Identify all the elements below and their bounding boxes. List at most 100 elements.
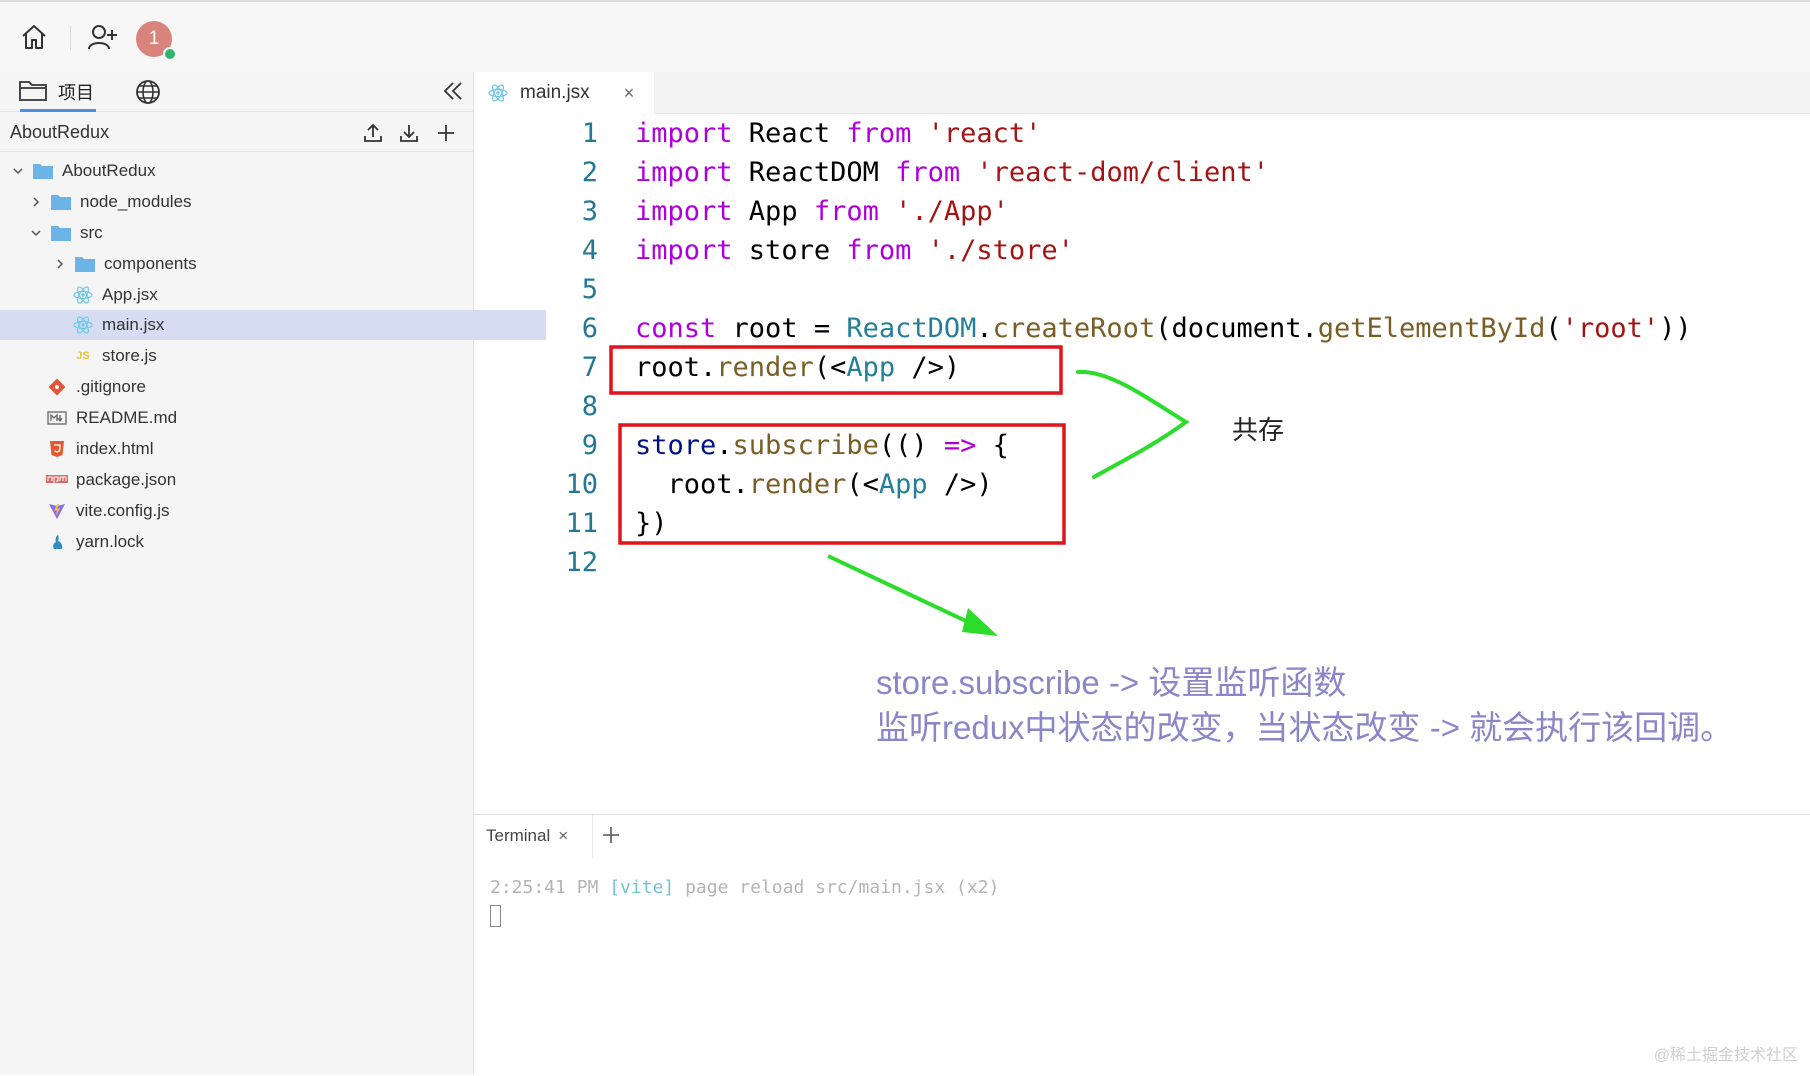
tree-item-aboutredux[interactable]: AboutRedux — [0, 156, 484, 186]
code-token: )) — [1659, 313, 1692, 344]
sidebar-tabs: 项目 — [0, 72, 474, 112]
code-line[interactable]: 3 import App from './App' — [474, 192, 1810, 231]
tab-close-button[interactable]: × — [624, 83, 635, 104]
code-token: . — [976, 313, 993, 344]
download-icon[interactable] — [396, 120, 422, 146]
terminal-cursor[interactable] — [490, 905, 501, 927]
line-number: 3 — [581, 196, 598, 227]
react-icon — [72, 315, 94, 335]
code-line[interactable]: 6 const root = ReactDOM.createRoot(docume… — [474, 309, 1810, 348]
tree-item-readme[interactable]: README.md — [0, 403, 520, 433]
tree-item-label: src — [80, 223, 103, 242]
tree-item-vite-config[interactable]: vite.config.js — [0, 496, 520, 526]
code-line[interactable]: 1 import React from 'react' — [474, 114, 1810, 153]
tree-item-label: node_modules — [80, 192, 192, 211]
globe-icon[interactable] — [134, 78, 162, 111]
tree-item-store-js[interactable]: JS store.js — [0, 341, 546, 371]
code-line[interactable]: 7 root.render(<App />) — [474, 348, 1810, 387]
tree-item-label: yarn.lock — [76, 532, 145, 551]
js-icon: JS — [76, 350, 90, 362]
add-file-icon[interactable] — [433, 120, 459, 146]
code-token: ReactDOM — [846, 313, 977, 344]
code-token: './store' — [927, 235, 1074, 266]
code-token: from — [846, 118, 912, 149]
folder-icon — [50, 223, 72, 243]
terminal-tag: [vite] — [609, 877, 675, 898]
code-token: import — [635, 196, 733, 227]
code-token: root = — [716, 313, 847, 344]
new-terminal-icon[interactable] — [600, 824, 622, 851]
tab-project-label: 项目 — [58, 83, 94, 103]
tree-item-yarn-lock[interactable]: yarn.lock — [0, 527, 520, 557]
tab-project[interactable]: 项目 — [18, 78, 94, 106]
markdown-icon — [46, 408, 68, 428]
code-token: import — [635, 157, 733, 188]
editor-tab-bar: main.jsx × — [474, 72, 1810, 114]
code-token: ReactDOM — [732, 157, 896, 188]
code-text: store.subscribe(() => { — [635, 426, 1009, 465]
code-token: './App' — [895, 196, 1009, 227]
code-line[interactable]: 10 root.render(<App />) — [474, 465, 1810, 504]
add-user-icon[interactable] — [84, 18, 122, 56]
tree-item-label: store.js — [102, 346, 157, 365]
tree-item-label: components — [104, 254, 197, 273]
tree-item-package-json[interactable]: package.json — [0, 465, 520, 495]
tab-main-jsx[interactable]: main.jsx × — [474, 72, 654, 114]
code-line[interactable]: 12 — [474, 543, 1810, 582]
code-token: from — [813, 196, 879, 227]
code-token: 'react-dom/client' — [976, 157, 1270, 188]
collapse-sidebar-icon[interactable] — [442, 79, 464, 108]
code-line[interactable]: 8 — [474, 387, 1810, 426]
chevron-down-icon — [28, 225, 44, 241]
folder-icon — [32, 161, 54, 181]
folder-icon — [18, 78, 48, 107]
code-line[interactable]: 2 import ReactDOM from 'react-dom/client' — [474, 153, 1810, 192]
project-sidebar: 项目 AboutRedux AboutRedux node_modules sr… — [0, 72, 546, 1075]
code-text: import React from 'react' — [635, 114, 1041, 153]
annotation-shared-label: 共存 — [1232, 415, 1285, 445]
terminal-tab-close-button[interactable]: × — [558, 826, 568, 846]
project-name: AboutRedux — [10, 122, 110, 142]
code-token: (< — [846, 469, 879, 500]
annotation-note-line1: store.subscribe -> 设置监听函数 — [876, 664, 1347, 701]
tree-item-gitignore[interactable]: .gitignore — [0, 372, 520, 402]
code-line[interactable]: 4 import store from './store' — [474, 231, 1810, 270]
tree-item-components[interactable]: components — [0, 249, 526, 279]
tree-item-app-jsx[interactable]: App.jsx — [0, 280, 546, 310]
tree-item-main-jsx[interactable]: main.jsx — [0, 310, 546, 340]
home-icon[interactable] — [15, 18, 53, 56]
annotation-note-line2: 监听redux中状态的改变，当状态改变 -> 就会执行该回调。 — [876, 709, 1734, 746]
code-text: root.render(<App />) — [635, 348, 960, 387]
code-line[interactable]: 9 store.subscribe(() => { — [474, 426, 1810, 465]
code-token: from — [846, 235, 912, 266]
code-token: render — [748, 469, 847, 500]
tree-item-node-modules[interactable]: node_modules — [0, 187, 502, 217]
code-line[interactable]: 11}) — [474, 504, 1810, 543]
git-icon — [46, 377, 68, 397]
code-text: root.render(<App />) — [635, 465, 993, 504]
code-token: (() — [878, 430, 944, 461]
code-text: }) — [635, 504, 668, 543]
line-number: 7 — [581, 352, 598, 383]
code-token: React — [732, 118, 847, 149]
line-number: 10 — [565, 469, 598, 500]
line-number: 9 — [581, 430, 598, 461]
code-line[interactable]: 5 — [474, 270, 1810, 309]
npm-icon — [46, 470, 68, 490]
code-token: import — [635, 235, 733, 266]
code-token: root. — [635, 469, 749, 500]
tree-item-index-html[interactable]: index.html — [0, 434, 520, 464]
terminal-tab[interactable]: Terminal × — [474, 815, 593, 859]
terminal-time: 2:25:41 PM — [490, 877, 599, 898]
tree-item-label: README.md — [76, 408, 178, 427]
line-number: 12 — [565, 547, 598, 578]
line-number: 4 — [581, 235, 598, 266]
tree-item-src[interactable]: src — [0, 218, 502, 248]
code-token: { — [976, 430, 1009, 461]
code-token: App — [732, 196, 814, 227]
upload-icon[interactable] — [360, 120, 386, 146]
top-bar: 1 — [0, 0, 1810, 72]
tab-label: main.jsx — [520, 82, 590, 103]
code-text: import store from './store' — [635, 231, 1074, 270]
